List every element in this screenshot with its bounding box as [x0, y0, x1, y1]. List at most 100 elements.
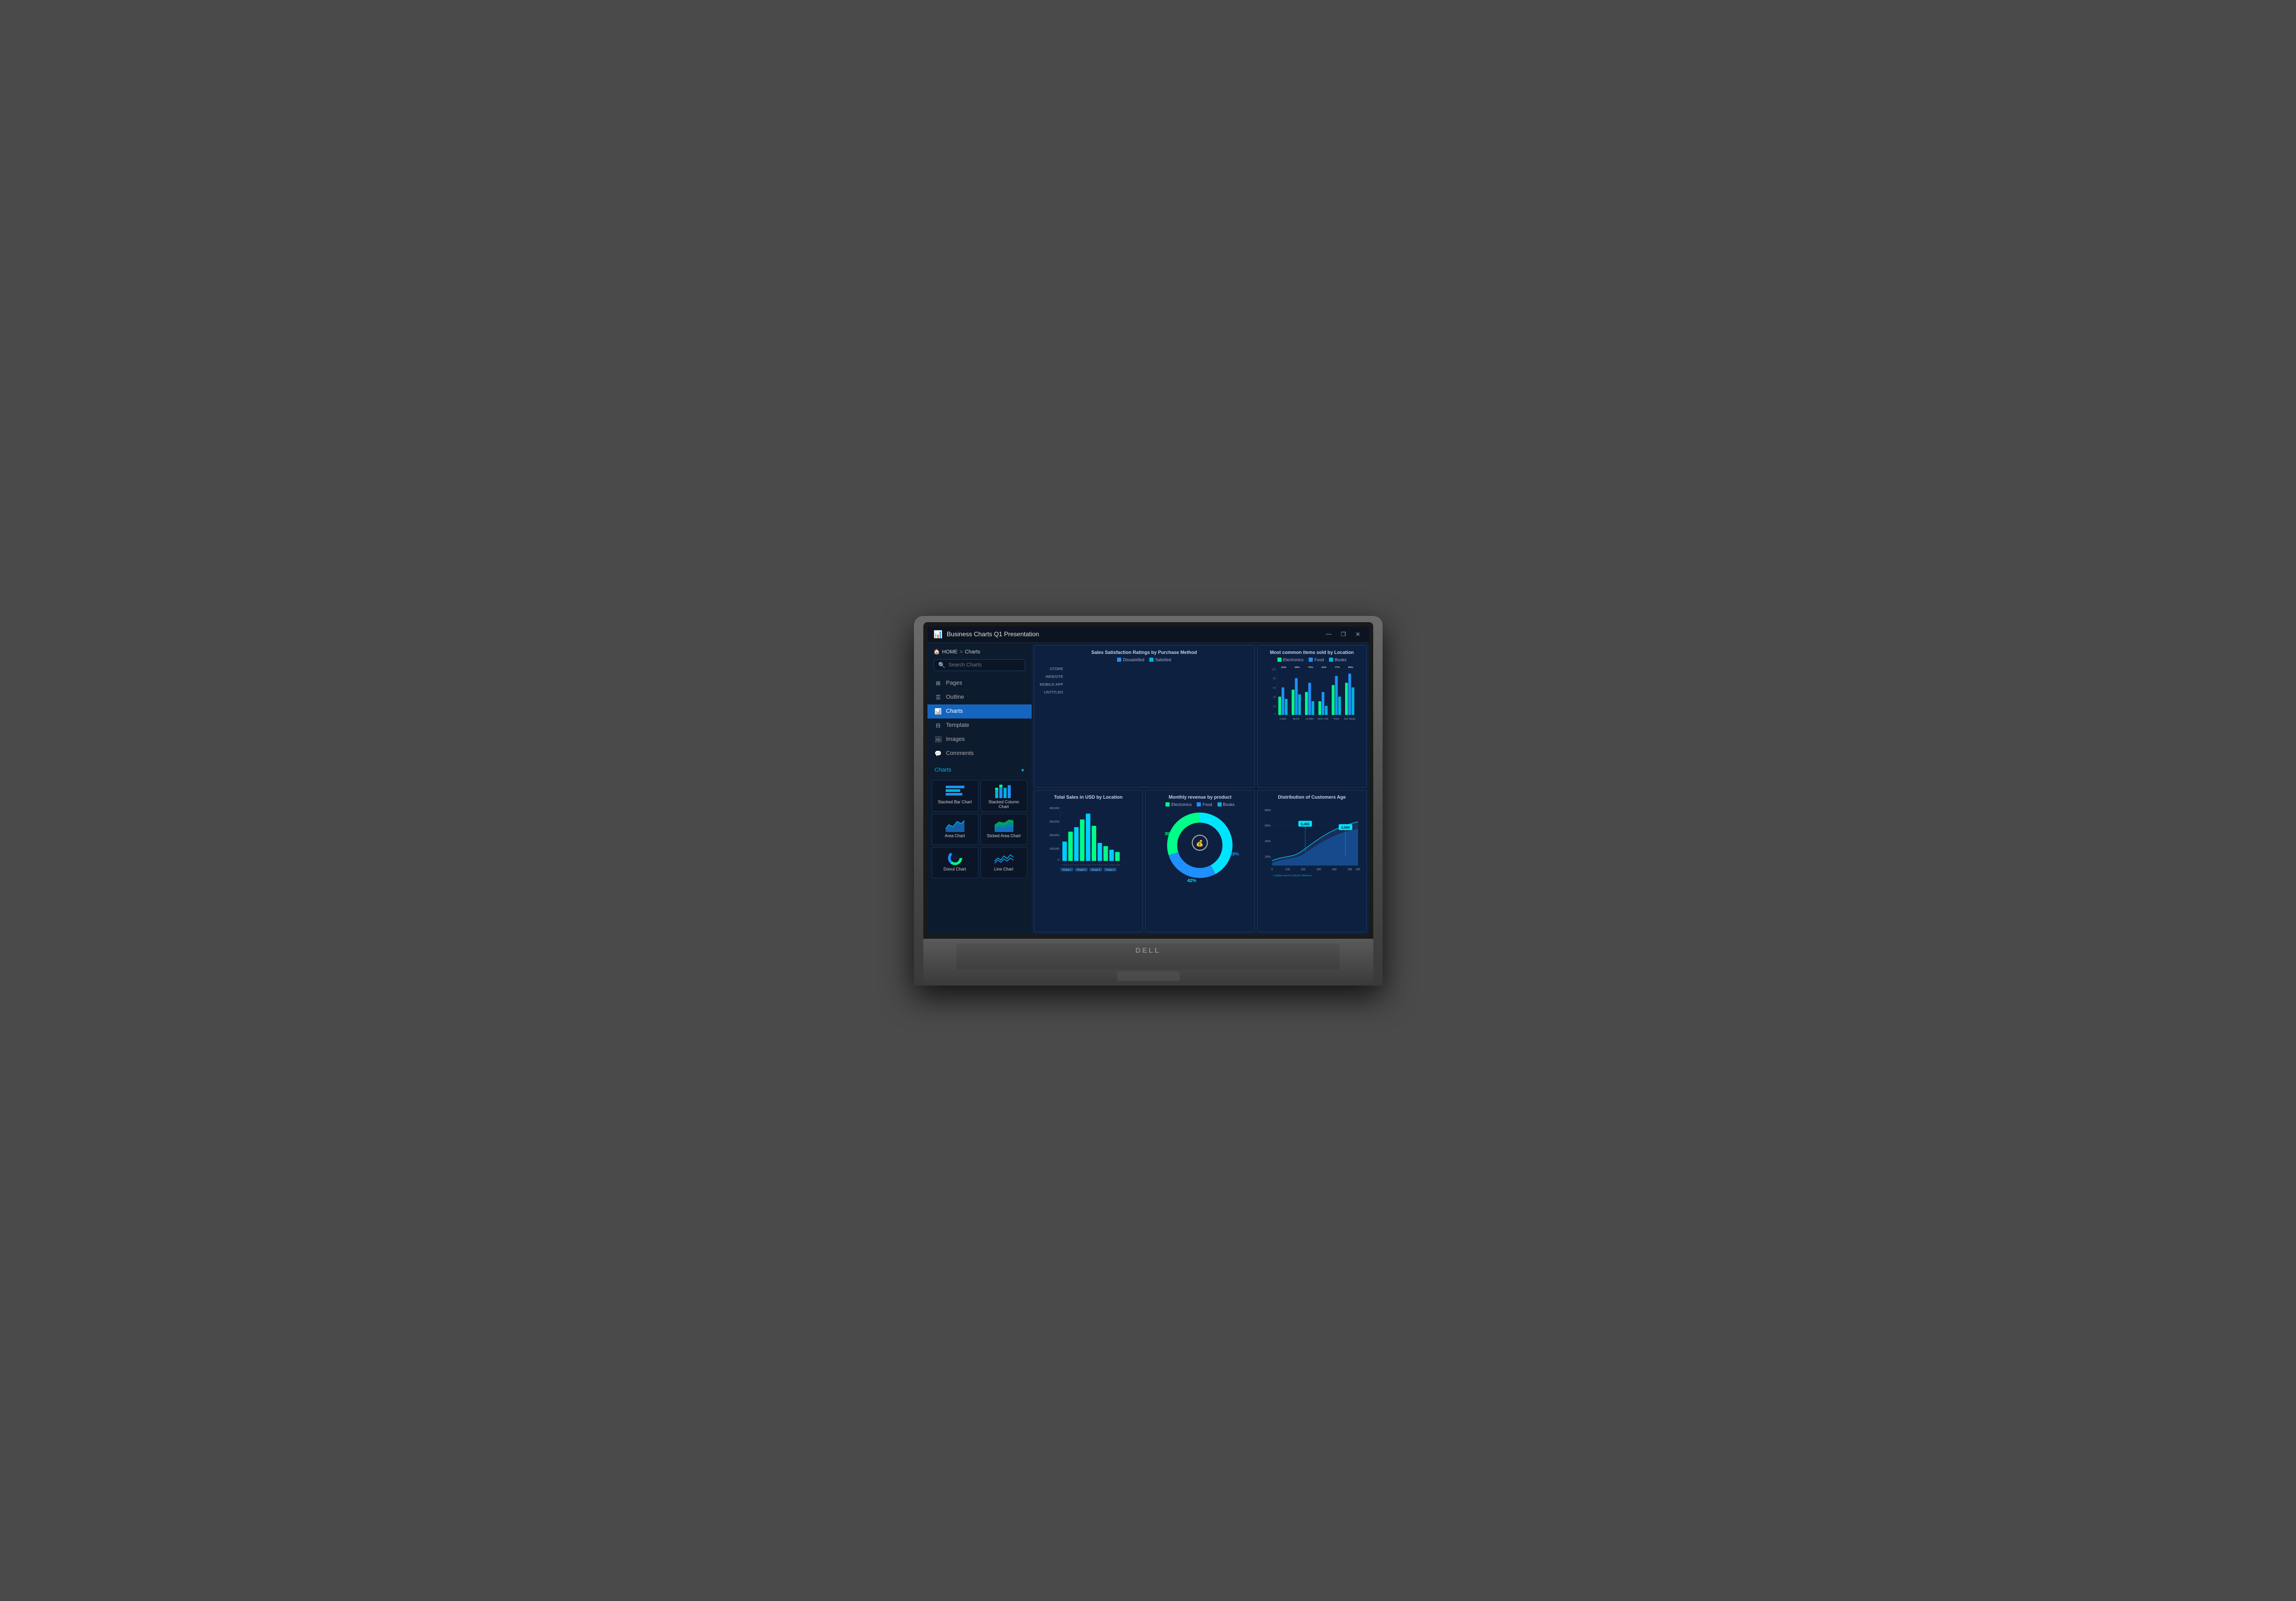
svg-text:FY17: FY17 [1091, 863, 1096, 866]
bar-row-store: STORE [1038, 666, 1250, 671]
minimize-button[interactable]: — [1324, 631, 1334, 637]
svg-text:💰: 💰 [1196, 840, 1203, 847]
sidebar-section: Charts ▾ Stacked Bar Ch [927, 764, 1032, 881]
legend-dissatisfied: Dissatisfied [1117, 658, 1144, 662]
svg-text:500: 500 [1348, 868, 1352, 871]
template-icon: ⊟ [935, 722, 942, 729]
panel2-title: Most common items sold by Location [1262, 650, 1362, 655]
chart-thumb-stacked-bar[interactable]: Stacked Bar Chart [932, 780, 978, 812]
dot-elec2 [1165, 802, 1170, 806]
chart-thumb-stacked-area[interactable]: Stcked Area Chart [981, 814, 1027, 845]
legend-books2: Books [1218, 802, 1235, 807]
app-icon: 📊 [934, 630, 943, 639]
sidebar-section-title: Charts [935, 767, 951, 773]
breadcrumb-home[interactable]: HOME [942, 649, 958, 655]
chart-thumb-donut[interactable]: Donut Chart [932, 847, 978, 878]
svg-text:Analysis report is only for re: Analysis report is only for reference [1273, 874, 1311, 876]
bar-group-mobile [1067, 684, 1250, 685]
svg-text:4,566: 4,566 [1341, 826, 1350, 829]
legend-books: Books [1329, 658, 1346, 662]
panel-customers-age: Distribution of Customers Age 80% 60% 40… [1257, 790, 1367, 932]
svg-text:FY18: FY18 [1097, 863, 1102, 866]
close-button[interactable]: ✕ [1353, 631, 1363, 638]
chevron-down-icon: ▾ [1021, 767, 1024, 774]
sidebar-section-header[interactable]: Charts ▾ [927, 764, 1032, 777]
label-elec2: Electronics [1171, 802, 1191, 807]
legend-food2: Food [1197, 802, 1212, 807]
svg-text:FY18: FY18 [1109, 863, 1113, 866]
touchpad[interactable] [1117, 972, 1180, 981]
panel-sales-satisfaction: Sales Satisfaction Ratings by Purchase M… [1034, 645, 1255, 788]
stacked-col-label: Stacked Column Chart [983, 800, 1025, 809]
svg-text:Austin: Austin [1279, 717, 1287, 721]
svg-text:0: 0 [1058, 859, 1059, 862]
stacked-bar-icon [945, 784, 965, 798]
bar-group-store [1067, 668, 1250, 669]
svg-text:90%: 90% [1295, 666, 1300, 669]
svg-text:64%: 64% [1281, 666, 1286, 669]
nav-item-charts[interactable]: 📊 Charts [927, 704, 1032, 718]
search-box[interactable]: 🔍 [934, 659, 1025, 671]
breadcrumb-sep: > [960, 649, 963, 655]
panel4-title: Monthly revenue by product [1150, 795, 1250, 800]
outline-label: Outline [946, 694, 964, 700]
svg-text:Berlin: Berlin [1293, 717, 1300, 721]
panel5-title: Distribution of Customers Age [1262, 795, 1362, 800]
svg-text:0: 0 [1271, 868, 1273, 871]
legend-dot-satisfied [1149, 658, 1153, 662]
dell-logo: DELL [1135, 946, 1161, 954]
nav-item-comments[interactable]: 💬 Comments [927, 747, 1032, 761]
svg-text:600: 600 [1356, 868, 1361, 871]
chart-thumb-stacked-col[interactable]: Stacked Column Chart [981, 780, 1027, 812]
nav-item-images[interactable]: 🖼 Images [927, 733, 1032, 747]
h-bar-chart: STORE [1038, 664, 1250, 700]
panel2-legend: Electronics Food Books [1262, 658, 1362, 662]
panel-common-items: Most common items sold by Location Elect… [1257, 645, 1367, 788]
svg-text:100: 100 [1271, 668, 1276, 671]
svg-text:300: 300 [1316, 868, 1321, 871]
dot-books2 [1218, 802, 1222, 806]
chart-thumb-area[interactable]: Area Chart [932, 814, 978, 845]
legend-label-satisfied: Satisfied [1155, 658, 1171, 662]
svg-text:Scope 3: Scope 3 [1091, 868, 1100, 871]
svg-text:40: 40 [1273, 696, 1276, 699]
chart-thumb-line[interactable]: Line Chart [981, 847, 1027, 878]
window-titlebar: 📊 Business Charts Q1 Presentation — ❐ ✕ [927, 626, 1369, 643]
donut-svg: 💰 30% 28% 42% [1153, 808, 1247, 883]
charts-nav-icon: 📊 [935, 708, 942, 715]
nav-item-outline[interactable]: ☰ Outline [927, 690, 1032, 704]
svg-text:Londan: Londan [1306, 717, 1314, 721]
maximize-button[interactable]: ❐ [1339, 631, 1348, 638]
legend-satisfied: Satisfied [1149, 658, 1171, 662]
area-label: Area Chart [945, 834, 965, 838]
svg-text:400: 400 [1332, 868, 1337, 871]
nav-item-template[interactable]: ⊟ Template [927, 718, 1032, 733]
bar-row-website: WEBSITE [1038, 674, 1250, 679]
legend-electronics: Electronics [1277, 658, 1303, 662]
svg-text:Scope 1: Scope 1 [1062, 868, 1071, 871]
breadcrumb: 🏠 HOME > Charts [927, 647, 1032, 659]
svg-text:80: 80 [1273, 677, 1276, 680]
bar-group-website [1067, 676, 1250, 677]
area-icon [945, 817, 965, 832]
donut-container: 💰 30% 28% 42% [1150, 809, 1250, 882]
pages-label: Pages [946, 680, 962, 686]
stacked-area-label: Stcked Area Chart [987, 834, 1021, 838]
grouped-bar-chart: 100 80 60 40 20 0 64% Aust [1262, 664, 1362, 724]
panel3-title: Total Sales in USD by Location [1038, 795, 1139, 800]
svg-text:FY17: FY17 [1068, 863, 1073, 866]
svg-text:30%: 30% [1165, 831, 1174, 836]
template-label: Template [946, 722, 970, 728]
nav-item-pages[interactable]: ⊞ Pages [927, 676, 1032, 690]
bar-label-store: STORE [1038, 666, 1063, 671]
svg-text:6,455: 6,455 [1301, 822, 1310, 826]
svg-text:FY18: FY18 [1062, 863, 1067, 866]
bar-label-untitled: UNTITLED [1038, 690, 1063, 695]
line-icon [994, 851, 1014, 865]
svg-text:40%: 40% [1265, 840, 1271, 843]
area-chart-svg: 80% 60% 40% 20% [1262, 802, 1362, 875]
svg-text:0: 0 [1274, 713, 1276, 716]
search-input[interactable] [948, 662, 1020, 668]
legend-elec2: Electronics [1165, 802, 1191, 807]
panel-monthly-revenue: Monthly revenue by product Electronics F… [1145, 790, 1255, 932]
